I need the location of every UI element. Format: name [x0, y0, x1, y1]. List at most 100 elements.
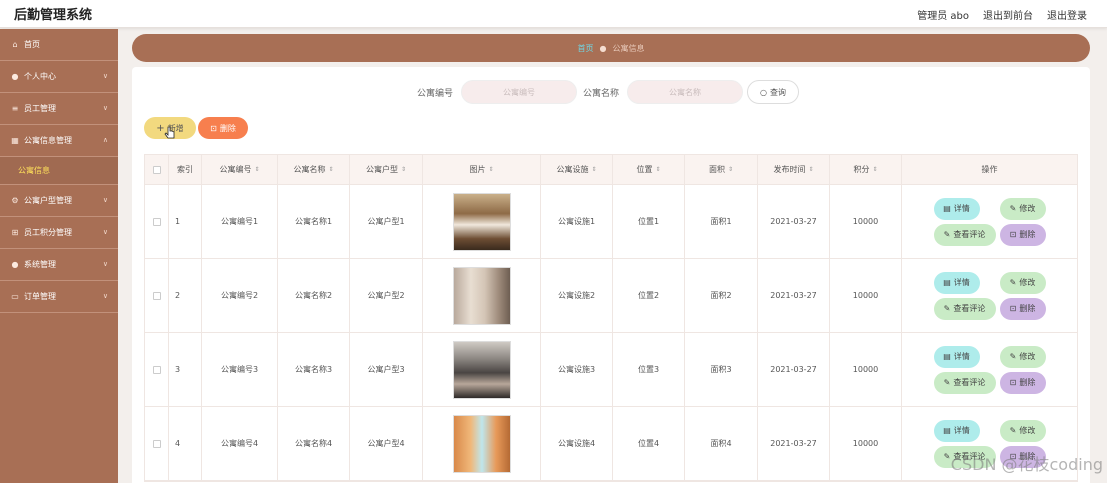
sidebar-item-label: 员工积分管理	[24, 228, 72, 237]
col-code[interactable]: 公寓编号 ⇕	[202, 155, 278, 184]
sidebar-item-apartment-type[interactable]: ⚙ 公寓户型管理 ∨	[0, 185, 118, 217]
code-label: 公寓编号	[417, 89, 454, 99]
cell-code: 公寓编号3	[202, 333, 278, 406]
pencil-icon: ✎	[1009, 426, 1017, 435]
pencil-icon: ✎	[943, 452, 951, 461]
cell-code: 公寓编号1	[202, 185, 278, 258]
row-checkbox[interactable]	[152, 291, 161, 300]
col-points[interactable]: 积分 ⇕	[830, 155, 902, 184]
sidebar-item-orders[interactable]: ▭ 订单管理 ∨	[0, 281, 118, 313]
sidebar-subitem-apartment-info[interactable]: 公寓信息	[0, 157, 118, 185]
view-reviews-button[interactable]: ✎ 查看评论	[933, 297, 996, 320]
person-icon: ●	[11, 260, 19, 269]
sidebar-item-home[interactable]: ⌂ 首页	[0, 29, 118, 61]
cell-name: 公寓名称4	[278, 407, 350, 480]
doc-icon: ▤	[943, 204, 951, 213]
table-row: 2 公寓编号2 公寓名称2 公寓户型2 公寓设施2 位置2 面积2 2021-03-27 100…	[145, 259, 1077, 333]
cog-icon: ⚙	[11, 196, 19, 205]
sidebar-item-staff[interactable]: ≡ 员工管理 ∨	[0, 93, 118, 125]
batch-delete-button[interactable]: ⊡ 删除	[198, 117, 248, 139]
delete-button[interactable]: ⊡ 删除	[999, 371, 1046, 394]
cell-image	[423, 333, 541, 406]
delete-button[interactable]: ⊡ 删除	[999, 223, 1046, 246]
cell-area: 面积3	[685, 333, 758, 406]
cell-actions: ▤ 详情 ✎ 修改 ✎ 查看评论 ⊡ 删除	[902, 333, 1077, 406]
query-button[interactable]: ○ 查询	[747, 80, 799, 104]
table-body: 1 公寓编号1 公寓名称1 公寓户型1 公寓设施1 位置1 面积1 2021-03-27 100…	[145, 185, 1077, 481]
admin-user-link[interactable]: 管理员 abo	[917, 7, 969, 22]
view-reviews-button[interactable]: ✎ 查看评论	[933, 223, 996, 246]
cell-date: 2021-03-27	[758, 185, 830, 258]
sidebar-item-label: 员工管理	[24, 104, 56, 113]
sort-icon: ⇕	[400, 166, 407, 173]
cell-type: 公寓户型2	[350, 259, 423, 332]
code-input[interactable]: 公寓编号	[461, 80, 577, 104]
apartment-photo[interactable]	[452, 266, 511, 325]
name-input[interactable]: 公寓名称	[627, 80, 743, 104]
doc-icon: ▤	[943, 278, 951, 287]
cell-facility: 公寓设施3	[541, 333, 613, 406]
apartment-photo[interactable]	[452, 414, 511, 473]
view-reviews-button[interactable]: ✎ 查看评论	[933, 371, 996, 394]
cell-type: 公寓户型1	[350, 185, 423, 258]
edit-button[interactable]: ✎ 修改	[999, 197, 1046, 220]
cell-image	[423, 407, 541, 480]
chevron-down-icon: ∨	[102, 104, 108, 112]
cell-facility: 公寓设施4	[541, 407, 613, 480]
row-checkbox[interactable]	[152, 217, 161, 226]
cell-date: 2021-03-27	[758, 333, 830, 406]
col-name[interactable]: 公寓名称 ⇕	[278, 155, 350, 184]
apartment-photo[interactable]	[452, 192, 511, 251]
exit-to-frontend-link[interactable]: 退出到前台	[983, 7, 1033, 22]
sort-icon: ⇕	[872, 166, 878, 173]
select-all-cell	[145, 155, 169, 184]
doc-icon: ▭	[11, 292, 19, 301]
cell-image	[423, 185, 541, 258]
sidebar: ⌂ 首页 ● 个人中心 ∨ ≡ 员工管理 ∨ ▦ 公寓信息管理 ∧ 公寓信息 ⚙…	[0, 29, 118, 483]
breadcrumb-home[interactable]: 首页	[578, 43, 594, 54]
cell-date: 2021-03-27	[758, 407, 830, 480]
cell-points: 10000	[830, 407, 902, 480]
col-image[interactable]: 图片 ⇕	[423, 155, 541, 184]
table-row: 4 公寓编号4 公寓名称4 公寓户型4 公寓设施4 位置4 面积4 2021-03-27 100…	[145, 407, 1077, 481]
search-bar: 公寓编号 公寓编号 公寓名称 公寓名称 ○ 查询	[132, 80, 1090, 104]
edit-button[interactable]: ✎ 修改	[999, 345, 1046, 368]
detail-button[interactable]: ▤ 详情	[933, 345, 980, 368]
row-select-cell	[145, 185, 169, 258]
logout-link[interactable]: 退出登录	[1047, 7, 1087, 22]
detail-button[interactable]: ▤ 详情	[933, 271, 980, 294]
select-all-checkbox[interactable]	[152, 165, 161, 174]
cell-name: 公寓名称3	[278, 333, 350, 406]
row-checkbox[interactable]	[152, 439, 161, 448]
breadcrumb: 首页 ● 公寓信息	[132, 34, 1090, 62]
sort-icon: ⇕	[655, 166, 661, 173]
sidebar-item-system[interactable]: ● 系统管理 ∨	[0, 249, 118, 281]
col-type[interactable]: 公寓户型 ⇕	[350, 155, 423, 184]
sidebar-item-label: 系统管理	[24, 260, 56, 269]
delete-button[interactable]: ⊡ 删除	[999, 297, 1046, 320]
detail-button[interactable]: ▤ 详情	[933, 197, 980, 220]
apartment-photo[interactable]	[452, 340, 511, 399]
edit-button[interactable]: ✎ 修改	[999, 419, 1046, 442]
col-facility[interactable]: 公寓设施 ⇕	[541, 155, 613, 184]
sort-icon: ⇕	[808, 166, 814, 173]
trash-icon: ⊡	[1009, 230, 1017, 239]
sidebar-item-points[interactable]: ⊞ 员工积分管理 ∨	[0, 217, 118, 249]
table-row: 3 公寓编号3 公寓名称3 公寓户型3 公寓设施3 位置3 面积3 2021-03-27 100…	[145, 333, 1077, 407]
cell-points: 10000	[830, 333, 902, 406]
sort-icon: ⇕	[591, 166, 597, 173]
cell-code: 公寓编号4	[202, 407, 278, 480]
detail-button[interactable]: ▤ 详情	[933, 419, 980, 442]
edit-button[interactable]: ✎ 修改	[999, 271, 1046, 294]
sidebar-item-personal[interactable]: ● 个人中心 ∨	[0, 61, 118, 93]
user-icon: ●	[11, 72, 19, 81]
col-location[interactable]: 位置 ⇕	[613, 155, 685, 184]
home-icon: ⌂	[12, 40, 18, 49]
col-area[interactable]: 面积 ⇕	[685, 155, 758, 184]
row-checkbox[interactable]	[152, 365, 161, 374]
mouse-pointer-icon	[164, 126, 175, 139]
sidebar-item-apartment[interactable]: ▦ 公寓信息管理 ∧	[0, 125, 118, 157]
col-date[interactable]: 发布时间 ⇕	[758, 155, 830, 184]
row-select-cell	[145, 407, 169, 480]
cell-location: 位置4	[613, 407, 685, 480]
